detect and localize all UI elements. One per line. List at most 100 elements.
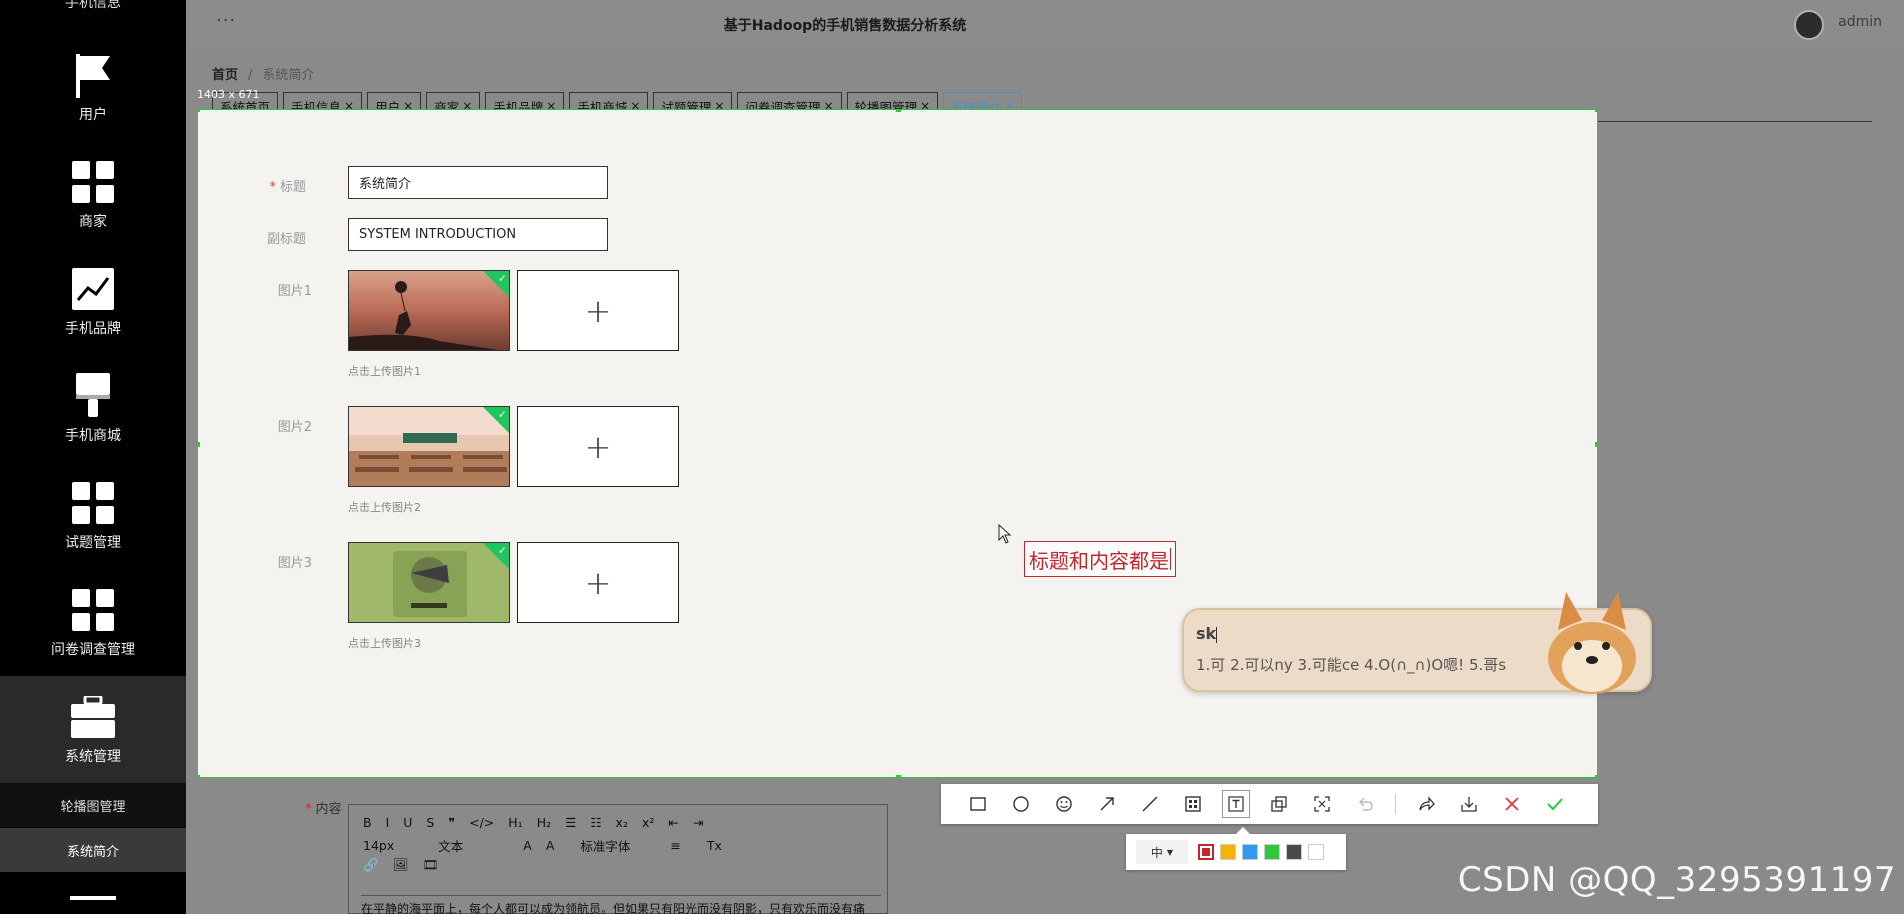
sidebar-item-merchants[interactable]: 商家 [0,141,186,248]
underline-button[interactable]: U [403,815,412,830]
bold-button[interactable]: B [363,815,372,830]
h2-button[interactable]: H₂ [537,815,551,830]
font-family-select[interactable]: 标准字体 [580,836,630,855]
line-icon[interactable] [1137,791,1163,817]
breadcrumb-separator: / [248,68,253,83]
text-annotation[interactable]: 标题和内容都是 [1024,541,1176,577]
color-swatch-red[interactable] [1198,844,1214,860]
subtitle-input[interactable]: SYSTEM INTRODUCTION [348,218,608,251]
subscript-button[interactable]: x₂ [616,815,628,830]
required-mark: * [305,802,312,817]
sidebar-item-phone-mall[interactable]: 手机商城 [0,355,186,462]
resize-handle[interactable] [198,110,200,112]
sidebar-item-survey[interactable]: 问卷调查管理 [0,569,186,676]
ime-candidates[interactable]: 1.可 2.可以ny 3.可能ce 4.O(∩_∩)O嗯! 5.哥s [1196,654,1506,675]
share-icon[interactable] [1413,791,1439,817]
italic-button[interactable]: I [386,815,390,830]
color-swatch-yellow[interactable] [1220,844,1236,860]
sidebar-item-exam[interactable]: 试题管理 [0,462,186,569]
subtitle-label: 副标题 [266,232,306,247]
ellipse-icon[interactable] [1008,791,1034,817]
editor-content[interactable]: 在平静的海平面上，每个人都可以成为领航员。但如果只有阳光而没有阴影，只有欢乐而没… [361,895,881,914]
ime-composition-text: sk [1196,624,1217,643]
resize-handle[interactable] [896,110,901,112]
color-swatch-white[interactable] [1308,844,1324,860]
code-button[interactable]: </> [469,815,494,830]
editor-toolbar-row1: B I U S ❞ </> H₁ H₂ ☰ ☷ x₂ x² ⇤ ⇥ [363,815,717,830]
mosaic-icon[interactable] [1180,791,1206,817]
check-icon: ✓ [497,544,507,557]
resize-handle[interactable] [1595,110,1597,112]
pin-icon[interactable] [1266,791,1292,817]
breadcrumb-home[interactable]: 首页 [212,68,238,83]
font-color-button[interactable]: A [523,838,532,853]
mouse-cursor-icon [998,523,1012,548]
sidebar-item-label: 商家 [79,213,107,230]
resize-handle[interactable] [1595,442,1597,447]
user-name[interactable]: admin [1838,14,1882,30]
picture3-thumbnail[interactable]: ✓ [348,542,510,623]
indent-button[interactable]: ⇥ [693,815,703,830]
picture2-upload-button[interactable]: + [517,406,679,487]
picture3-upload-button[interactable]: + [517,542,679,623]
picture1-thumbnail[interactable]: ✓ [348,270,510,351]
grid-icon [70,480,116,526]
sidebar-item-users[interactable]: 用户 [0,34,186,141]
sidebar-item-phone-info[interactable]: 手机信息 [0,0,186,12]
required-mark: * [269,180,276,195]
avatar[interactable] [1794,10,1824,40]
text-icon[interactable] [1222,790,1250,818]
app-title: 基于Hadoop的手机销售数据分析系统 [723,18,967,34]
cancel-icon[interactable] [1499,791,1525,817]
font-size-dropdown[interactable]: 中 ▼ [1136,840,1188,864]
outdent-button[interactable]: ⇤ [668,815,678,830]
rect-icon[interactable] [965,791,991,817]
quote-button[interactable]: ❞ [448,815,455,830]
font-size-select[interactable]: 14px [363,838,394,853]
color-swatch-blue[interactable] [1242,844,1258,860]
title-input[interactable]: 系统简介 [348,166,608,199]
toolbar-divider [1395,794,1396,814]
editor-toolbar-row2: 14px 文本 A A 标准字体 ≡ Tx [363,836,736,855]
sidebar-item-system[interactable]: 系统管理 [0,676,186,783]
resize-handle[interactable] [198,442,200,447]
ordered-list-button[interactable]: ☰ [565,815,576,830]
bullet-list-button[interactable]: ☷ [590,815,601,830]
sidebar-subitem-carousel[interactable]: 轮播图管理 [0,783,186,827]
sidebar-item-phone-brand[interactable]: 手机品牌 [0,248,186,355]
sidebar-subitem-intro[interactable]: 系统简介 [0,828,186,872]
color-swatch-green[interactable] [1264,844,1280,860]
background-color-button[interactable]: A [546,838,555,853]
resize-handle[interactable] [1595,775,1597,777]
clear-format-button[interactable]: Tx [707,838,722,853]
superscript-button[interactable]: x² [642,815,654,830]
resize-handle[interactable] [896,775,901,777]
video-icon[interactable]: 🎞 [422,857,438,873]
brush-icon [70,372,116,419]
arrow-icon[interactable] [1094,791,1120,817]
image-icon[interactable]: 🖼 [393,857,409,873]
emoji-icon[interactable] [1051,791,1077,817]
resize-handle[interactable] [198,775,200,777]
header-select[interactable]: 文本 [438,836,463,855]
picture1-upload-button[interactable]: + [517,270,679,351]
plus-icon: + [584,563,612,602]
ocr-icon[interactable] [1309,791,1335,817]
briefcase-icon [70,694,116,740]
chart-icon [70,266,116,312]
undo-icon[interactable] [1352,791,1378,817]
align-button[interactable]: ≡ [670,838,680,853]
picture2-thumbnail[interactable]: ✓ [348,406,510,487]
h1-button[interactable]: H₁ [508,815,522,830]
picture2-hint: 点击上传图片2 [348,501,421,514]
annotation-text: 标题和内容都是 [1029,548,1169,573]
color-swatch-gray[interactable] [1286,844,1302,860]
save-icon[interactable] [1456,791,1482,817]
selection-size-label: 1403 x 671 [197,88,260,101]
strike-button[interactable]: S [426,815,434,830]
link-icon[interactable]: 🔗 [363,857,379,873]
confirm-icon[interactable] [1542,791,1568,817]
editor-toolbar-row3: 🔗 🖼 🎞 [363,857,452,873]
rich-text-editor[interactable]: B I U S ❞ </> H₁ H₂ ☰ ☷ x₂ x² ⇤ ⇥ 14px 文… [348,804,888,914]
plus-icon: + [584,427,612,466]
